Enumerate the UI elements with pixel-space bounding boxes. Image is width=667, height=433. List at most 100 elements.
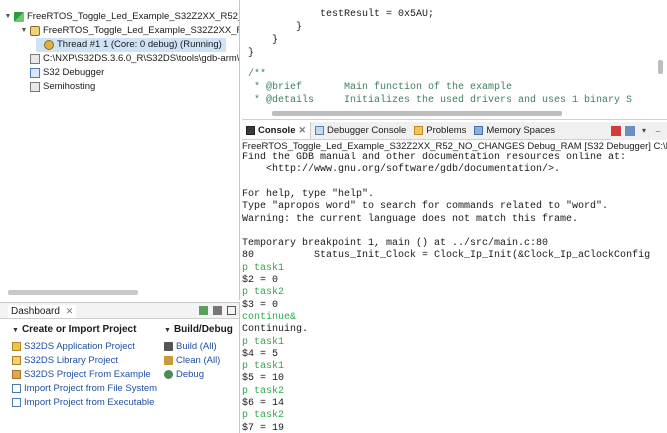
link-label: Import Project from File System [24, 383, 158, 394]
console-output[interactable]: Find the GDB manual and other documentat… [242, 152, 667, 433]
collapse-arrow-icon[interactable]: ▼ [20, 24, 28, 38]
tree-item-label: S32 Debugger [43, 67, 105, 78]
section-title-label: Create or Import Project [21, 324, 137, 335]
code-line: * @brief Main function of the example [248, 82, 513, 93]
debugger-icon [30, 68, 40, 78]
console-input-line: p task2 [242, 385, 285, 397]
code-line: } [248, 48, 255, 59]
tree-item-label: Thread #1 1 (Core: 0 debug) (Running) [57, 39, 222, 50]
link-label: Debug [176, 369, 204, 380]
maximize-icon[interactable] [227, 306, 236, 315]
console-input-line: continue& [242, 311, 297, 323]
close-icon[interactable]: ✕ [298, 125, 306, 136]
link-clean-all[interactable]: Clean (All) [164, 354, 220, 367]
collapse-arrow-icon[interactable]: ▼ [4, 10, 12, 24]
tree-item-launch[interactable]: ▼ FreeRTOS_Toggle_Led_Example_S32Z2XX_R5… [4, 10, 239, 24]
tree-item-gdb-path[interactable]: C:\NXP\S32DS.3.6.0_R\S32DS\tools\gdb-arm… [20, 52, 240, 66]
tree-item-label: Semihosting [43, 81, 96, 92]
link-s32ds-library-project[interactable]: S32DS Library Project [12, 354, 118, 367]
dashboard-tab-bar: Dashboard ✕ [0, 303, 239, 319]
memory-icon [474, 126, 484, 135]
section-build-debug[interactable]: ▼ Build/Debug [164, 323, 233, 337]
close-icon[interactable]: ✕ [66, 306, 74, 316]
horizontal-scrollbar[interactable] [272, 111, 562, 116]
bug-icon [164, 370, 173, 379]
tab-debugger-console[interactable]: Debugger Console [311, 122, 410, 139]
import-icon [12, 398, 21, 407]
minimize-icon[interactable]: ⎯ [653, 126, 663, 136]
link-debug[interactable]: Debug [164, 368, 204, 381]
tab-memory-spaces[interactable]: Memory Spaces [470, 122, 559, 139]
code-editor[interactable]: testResult = 0x5AU; } } } /** * @brief M… [242, 0, 667, 120]
vertical-scrollbar[interactable] [658, 60, 663, 74]
console-tab-bar: Console ✕ Debugger Console Problems Memo… [242, 122, 667, 140]
console-input-line: p task1 [242, 361, 285, 373]
console-output-line: $7 = 19 [242, 422, 285, 433]
tree-item-s32-debugger[interactable]: S32 Debugger [20, 66, 104, 80]
terminate-icon[interactable] [611, 126, 621, 136]
tree-item-label: C:\NXP\S32DS.3.6.0_R\S32DS\tools\gdb-arm… [43, 53, 240, 64]
link-label: S32DS Library Project [24, 355, 118, 366]
collapse-arrow-icon: ▼ [12, 327, 19, 334]
console-output-line: Temporary breakpoint 1, main () at ../sr… [242, 238, 549, 250]
console-output-line: 80 Status_Init_Clock = Clock_Ip_Init(&Cl… [242, 250, 651, 262]
console-output-line: For help, type "help". [242, 188, 375, 200]
launch-config-icon [14, 12, 24, 22]
terminal-icon [30, 82, 40, 92]
tree-item-label: FreeRTOS_Toggle_Led_Example_S32Z2XX_R52_… [27, 11, 239, 22]
tab-label: Problems [426, 125, 467, 136]
link-import-from-executable[interactable]: Import Project from Executable [12, 396, 154, 409]
code-line: } [248, 22, 303, 33]
console-output-line: Find the GDB manual and other documentat… [242, 152, 627, 163]
tree-item-thread[interactable]: Thread #1 1 (Core: 0 debug) (Running) [36, 38, 226, 52]
pin-console-icon[interactable] [625, 126, 635, 136]
view-menu-icon[interactable]: ▾ [639, 126, 649, 136]
tab-label: Console [258, 125, 296, 136]
code-line: testResult = 0x5AU; [248, 9, 435, 20]
debug-view: ▼ FreeRTOS_Toggle_Led_Example_S32Z2XX_R5… [0, 0, 240, 300]
link-import-from-file-system[interactable]: Import Project from File System [12, 382, 157, 395]
console-output-line: $4 = 5 [242, 348, 279, 360]
library-project-icon [12, 356, 21, 365]
executable-icon [30, 54, 40, 64]
thread-icon [44, 40, 54, 50]
console-output-line: $6 = 14 [242, 398, 285, 409]
tab-dashboard[interactable]: Dashboard ✕ [8, 305, 77, 318]
link-label: S32DS Application Project [24, 341, 135, 352]
refresh-icon[interactable] [199, 306, 208, 315]
link-label: Build (All) [176, 341, 217, 352]
tab-console[interactable]: Console ✕ [242, 122, 312, 139]
tab-label: Memory Spaces [486, 125, 556, 136]
tab-label: Debugger Console [327, 125, 407, 136]
console-input-line: p task1 [242, 262, 285, 274]
dashboard-view: Dashboard ✕ ▼ Create or Import Project S3… [0, 302, 240, 433]
console-input-line: p task2 [242, 287, 285, 299]
console-output-line: Type "apropos word" to search for comman… [242, 201, 609, 213]
console-output-line: Continuing. [242, 324, 309, 336]
console-output-line: $3 = 0 [242, 299, 279, 311]
link-label: S32DS Project From Example [24, 369, 151, 380]
process-icon [30, 26, 40, 36]
minimize-icon[interactable] [213, 306, 222, 315]
debugger-console-icon [315, 126, 325, 135]
broom-icon [164, 356, 173, 365]
link-s32ds-project-from-example[interactable]: S32DS Project From Example [12, 368, 151, 381]
problems-icon [414, 126, 424, 135]
tab-label: Dashboard [11, 306, 60, 317]
code-line: * @details Initializes the used drivers … [248, 95, 633, 106]
console-output-line: $2 = 0 [242, 275, 279, 286]
example-project-icon [12, 370, 21, 379]
new-project-icon [12, 342, 21, 351]
tab-problems[interactable]: Problems [410, 122, 470, 139]
link-label: Import Project from Executable [24, 397, 155, 408]
hammer-icon [164, 342, 173, 351]
link-build-all[interactable]: Build (All) [164, 340, 217, 353]
tree-item-semihosting[interactable]: Semihosting [20, 80, 95, 94]
link-s32ds-application-project[interactable]: S32DS Application Project [12, 340, 135, 353]
console-input-line: p task1 [242, 336, 285, 348]
section-create-import[interactable]: ▼ Create or Import Project [12, 323, 136, 337]
tree-item-process[interactable]: ▼ FreeRTOS_Toggle_Led_Example_S32Z2XX_R5… [20, 24, 239, 38]
console-input-line: p task2 [242, 410, 285, 422]
horizontal-scrollbar[interactable] [8, 290, 138, 295]
console-toolbar: ▾ ⎯ [611, 122, 667, 140]
